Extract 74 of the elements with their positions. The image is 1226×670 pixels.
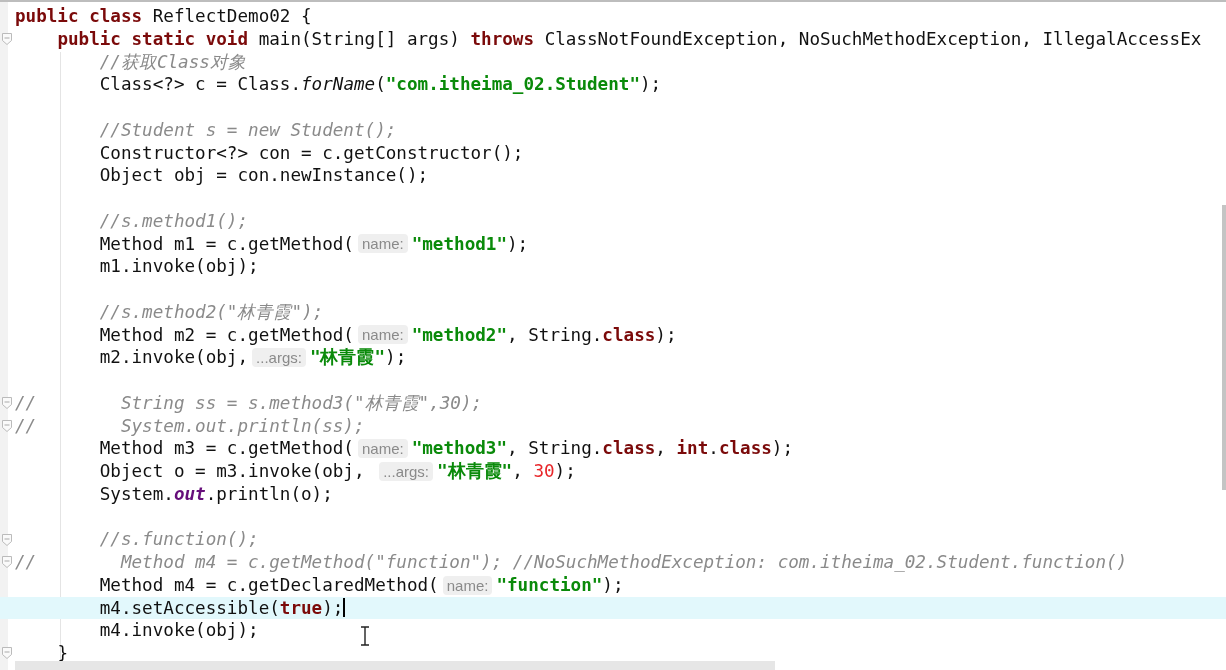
method-name: forName [301,73,376,96]
fold-icon[interactable] [2,397,12,410]
fold-icon[interactable] [2,556,12,569]
code-text: Object obj = con.newInstance(); [99,164,429,187]
code-text: , String. [507,323,603,347]
parameter-hint: ...args: [252,348,306,368]
code-text: Class<?> c = Class. [99,73,301,96]
string-literal: "method3" [411,437,507,460]
number-literal: 30 [533,460,555,483]
code-comment: // Method m4 = c.getMethod("function"); //NoSuchMethodException: com.itheima_02.Student.function() [15,551,1128,574]
code-text: .println(o); [205,482,333,506]
code-text: ReflectDemo02 { [152,5,312,28]
parameter-hint: ...args: [379,461,433,481]
parameter-hint: name: [357,439,408,459]
text-cursor-icon [360,626,370,646]
code-text: ( [375,73,386,96]
code-comment: //s.function(); [99,528,259,551]
code-text: , [512,460,523,483]
code-text: Method m4 = c.getDeclaredMethod( [99,573,439,597]
code-comment: //获取Class对象 [99,50,246,74]
fold-icon[interactable] [2,647,12,660]
code-text: Method m1 = c.getMethod( [99,232,354,256]
code-text: System. [99,482,174,506]
keyword: class [602,437,656,460]
code-comment: // String ss = s.method3("林青霞",30); [15,391,483,415]
field-name: out [173,482,206,506]
code-text: Constructor<?> con = c.getConstructor(); [99,141,524,165]
parameter-hint: name: [357,234,408,254]
code-text: Method m2 = c.getMethod( [99,323,354,347]
string-literal: "function" [496,573,603,597]
code-text: ); [554,460,576,483]
vertical-scrollbar[interactable] [1222,205,1226,490]
code-text: m4.invoke(obj); [99,619,259,642]
parameter-hint: name: [357,325,408,345]
code-comment: //s.method2("林青霞"); [99,300,324,324]
code-text: main(String[] args) [258,27,460,51]
code-text: ); [507,232,529,256]
fold-icon[interactable] [2,33,12,46]
code-text: } [57,642,68,665]
fold-icon[interactable] [2,533,12,546]
parameter-hint: name: [442,575,493,595]
keyword: true [279,596,323,620]
code-text: ); [771,437,794,460]
code-text: , String. [507,437,603,460]
string-literal: "林青霞" [309,346,386,369]
code-text: ); [322,596,344,620]
code-text: m4.setAccessible( [99,596,280,620]
code-comment: // System.out.println(ss); [15,414,365,438]
string-literal: "method2" [411,323,507,347]
string-literal: "method1" [411,232,507,256]
code-text: ); [385,346,407,369]
code-text: Method m3 = c.getMethod( [99,437,354,460]
code-text: ); [655,323,677,347]
keyword: class [602,323,656,347]
keyword: class [718,437,772,460]
code-text: m1.invoke(obj); [99,255,259,278]
horizontal-scrollbar[interactable] [15,661,775,670]
string-literal: "林青霞" [437,460,513,483]
code-text: Object o = m3.invoke(obj, [99,460,365,483]
text-caret [343,598,346,618]
code-comment: //Student s = new Student(); [99,118,397,142]
keyword: int [676,437,709,460]
keyword: throws [470,27,535,51]
keyword: public static void [57,27,249,51]
string-literal: "com.itheima_02.Student" [385,73,640,96]
code-text: ); [602,573,624,597]
code-text: , [655,437,666,460]
keyword: public class [15,5,143,28]
code-text: ); [640,73,662,96]
fold-icon[interactable] [2,419,12,432]
code-text: . [708,437,719,460]
code-text: ClassNotFoundException, NoSuchMethodException, IllegalAccessEx [544,27,1202,51]
code-text: m2.invoke(obj, [99,346,249,369]
code-comment: //s.method1(); [99,209,249,233]
